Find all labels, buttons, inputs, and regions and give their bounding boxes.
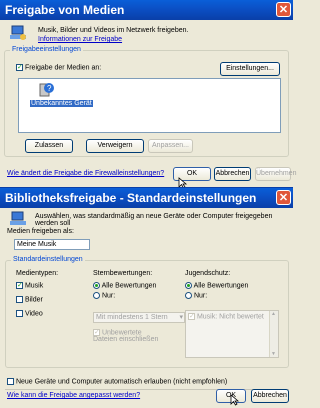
radio-icon [185,292,192,299]
only-label: Nur: [101,292,116,300]
customize-link[interactable]: Wie kann die Freigabe angepasst werden? [7,392,140,399]
window-title-2: Bibliotheksfreigabe - Standardeinstellun… [5,191,257,205]
device-label[interactable]: Unbekanntes Gerät [30,100,93,107]
window-title: Freigabe von Medien [5,3,125,17]
title-bar-2: Bibliotheksfreigabe - Standardeinstellun… [0,188,293,208]
checkbox-checked-icon: ✓ [16,282,23,289]
description-text-2: Auswählen, was standardmäßig an neue Ger… [35,213,273,227]
cancel-button[interactable]: Abbrechen [214,167,251,181]
cancel-button-2[interactable]: Abbrechen [251,389,289,403]
group-label-2: Standardeinstellungen [11,256,85,263]
deny-button[interactable]: Verweigern [86,139,144,153]
youth-only-label: Nur: [193,292,208,300]
auto-allow-checkbox[interactable]: Neue Geräte und Computer automatisch erl… [7,378,227,385]
settings-icon [10,211,26,227]
info-link[interactable]: Informationen zur Freigabe [38,36,122,43]
checkbox-icon [7,378,14,385]
group-label: Freigabeeinstellungen [10,46,83,53]
media-sharing-window: Freigabe von Medien ✕ Musik, Bilder und … [0,0,296,210]
cursor-icon [230,394,240,408]
video-checkbox[interactable]: Video [16,310,43,317]
checkbox-checked-icon: ✓ [188,313,195,320]
close-icon: ✕ [278,4,289,16]
auto-allow-label: Neue Geräte und Computer automatisch erl… [15,378,228,386]
chevron-down-icon: ▾ [179,314,183,321]
customize-button[interactable]: Anpassen... [148,139,193,153]
title-bar: Freigabe von Medien [0,0,293,20]
star-ratings-label: Sternbewertungen: [93,270,153,277]
radio-selected-icon [93,282,100,289]
scrollbar[interactable]: ▲ ▼ [269,311,278,357]
device-icon[interactable]: ? [38,82,54,98]
share-as-label: Medien freigeben als: [7,228,74,235]
library-sharing-defaults-window: Bibliotheksfreigabe - Standardeinstellun… [0,187,293,406]
youth-only-radio[interactable]: Nur: [185,292,207,299]
share-media-checkbox[interactable]: ✓ Freigabe der Medien an: [16,64,101,71]
description-text: Musik, Bilder und Videos im Netzwerk fre… [38,27,189,34]
only-radio[interactable]: Nur: [93,292,115,299]
unrated-checkbox[interactable]: ✓ Unbewertete Dateien einschließen [93,329,163,343]
share-name-value: Meine Musik [17,241,57,248]
media-types-label: Medientypen: [16,270,59,277]
allow-button[interactable]: Zulassen [25,139,73,153]
share-name-input[interactable]: Meine Musik [14,239,90,250]
youth-rating-list[interactable]: ✓ Musik: Nicht bewertet ▲ ▼ [185,310,279,358]
radio-icon [93,292,100,299]
all-ratings-label: Alle Bewertungen [101,282,157,290]
radio-selected-icon [185,282,192,289]
music-checkbox[interactable]: ✓ Musik [16,282,43,289]
youth-list-item-label: Musik: Nicht bewertet [196,313,264,321]
media-icon [10,25,26,41]
star-select[interactable]: Mit mindestens 1 Stern ▾ [93,312,185,323]
share-media-label: Freigabe der Medien an: [24,64,102,72]
scroll-down-icon: ▼ [271,351,276,357]
youth-protection-label: Jugendschutz: [185,270,231,277]
unrated-label: Unbewertete Dateien einschließen [93,329,159,344]
youth-all-radio[interactable]: Alle Bewertungen [185,282,248,289]
close-icon: ✕ [278,192,289,204]
checkbox-icon [16,296,23,303]
all-ratings-radio[interactable]: Alle Bewertungen [93,282,156,289]
close-button[interactable]: ✕ [276,2,291,17]
youth-list-item[interactable]: ✓ Musik: Nicht bewertet [186,311,278,322]
checkbox-checked-icon: ✓ [16,64,23,71]
apply-button[interactable]: Übernehmen [255,167,296,181]
firewall-link[interactable]: Wie ändert die Freigabe die Firewalleins… [7,170,164,177]
pictures-label: Bilder [24,296,43,304]
divider [5,389,289,390]
youth-all-label: Alle Bewertungen [193,282,249,290]
video-label: Video [24,310,43,318]
settings-button[interactable]: Einstellungen... [220,62,280,76]
svg-text:?: ? [47,84,52,93]
close-button-2[interactable]: ✕ [276,190,291,205]
music-label: Musik [24,282,44,290]
pictures-checkbox[interactable]: Bilder [16,296,43,303]
scroll-up-icon: ▲ [271,311,276,317]
checkbox-icon [16,310,23,317]
checkbox-checked-icon: ✓ [93,329,100,336]
star-select-value: Mit mindestens 1 Stern [96,314,168,321]
